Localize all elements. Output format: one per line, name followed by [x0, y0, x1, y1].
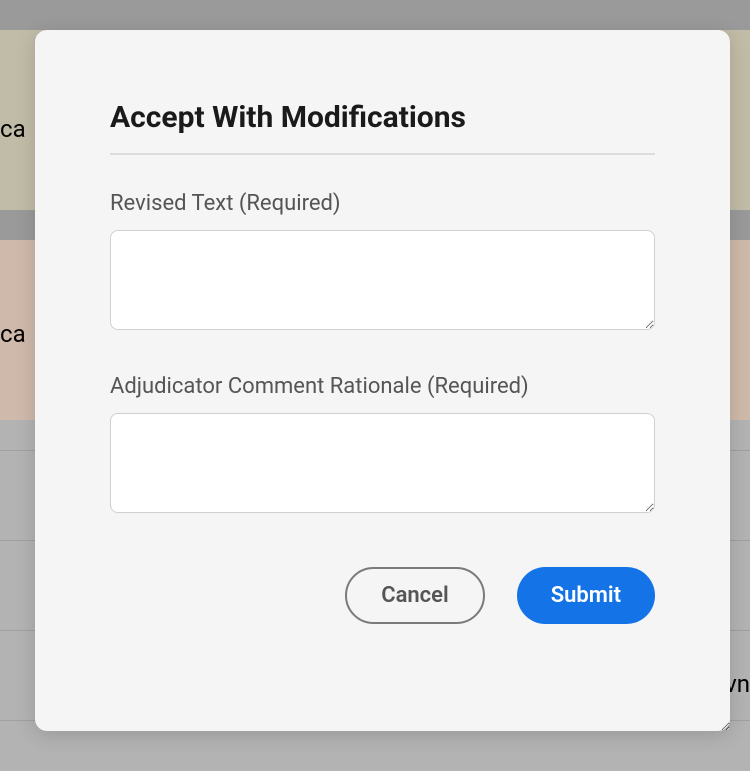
cancel-button[interactable]: Cancel: [345, 567, 485, 624]
background-text: ca: [0, 115, 26, 143]
accept-with-modifications-dialog: Accept With Modifications Revised Text (…: [35, 30, 730, 731]
rationale-label: Adjudicator Comment Rationale (Required): [110, 374, 655, 399]
title-divider: [110, 153, 655, 155]
revised-text-label: Revised Text (Required): [110, 191, 655, 216]
submit-button[interactable]: Submit: [517, 567, 655, 624]
rationale-input[interactable]: [110, 413, 655, 513]
revised-text-input[interactable]: [110, 230, 655, 330]
background-text: ca: [0, 320, 26, 348]
dialog-title: Accept With Modifications: [110, 100, 655, 135]
dialog-button-row: Cancel Submit: [110, 567, 655, 624]
